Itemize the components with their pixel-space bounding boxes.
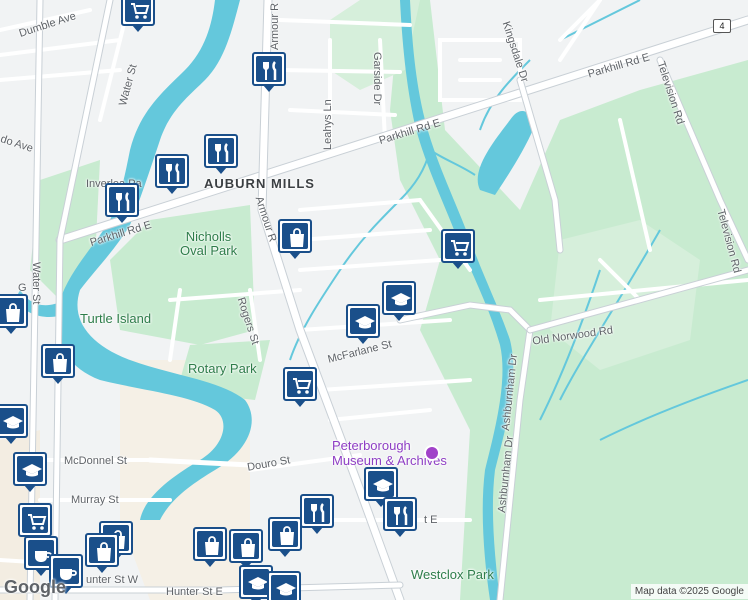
area-label: AUBURN MILLS: [204, 176, 315, 191]
map-pin[interactable]: [121, 0, 155, 32]
pin-body: [256, 56, 282, 82]
shopping-bag-icon: [53, 353, 67, 372]
map-pin[interactable]: [268, 517, 302, 557]
park-label-turtle-island: Turtle Island: [80, 311, 152, 326]
pin-body: [350, 308, 376, 334]
map-view[interactable]: Dumble Ave Water St Armour R Kingsdale D…: [0, 0, 748, 600]
park-label-rotary: Rotary Park: [188, 361, 257, 376]
shopping-bag-icon: [241, 538, 255, 557]
street-label-leahys: Leahys Ln: [322, 99, 334, 150]
pin-body: [368, 471, 394, 497]
pin-body: [159, 158, 185, 184]
pin-body: [272, 521, 298, 547]
shopping-bag-icon: [205, 536, 219, 555]
street-label-water-mid: Water St: [30, 262, 42, 305]
pin-body: [445, 233, 471, 259]
restaurant-icon: [394, 506, 408, 525]
map-pin[interactable]: [283, 367, 317, 407]
map-pin[interactable]: [204, 134, 238, 174]
map-attribution[interactable]: Map data ©2025 Google: [630, 584, 748, 599]
shopping-bag-icon: [97, 542, 111, 561]
map-pin[interactable]: [252, 52, 286, 92]
street-label-murray: Murray St: [71, 494, 119, 506]
map-pin[interactable]: [300, 494, 334, 534]
street-label-hunter-e: Hunter St E: [166, 586, 223, 598]
pin-body: [304, 498, 330, 524]
street-label-garside: Garside Dr: [371, 52, 383, 106]
map-pin[interactable]: [41, 344, 75, 384]
street-label-armour-top: Armour R: [269, 2, 281, 50]
shopping-cart-icon: [28, 514, 47, 530]
street-label-st-e: t E: [424, 514, 438, 526]
map-pin[interactable]: [193, 527, 227, 567]
map-pin[interactable]: [346, 304, 380, 344]
school-icon: [373, 479, 393, 492]
map-pin[interactable]: [382, 281, 416, 321]
school-icon: [276, 583, 296, 596]
map-pin[interactable]: [13, 452, 47, 492]
pin-body: [386, 285, 412, 311]
map-pin[interactable]: [441, 229, 475, 269]
map-pin[interactable]: [0, 294, 28, 334]
street-label-hunter-w: unter St W: [86, 574, 138, 586]
shopping-cart-icon: [293, 378, 312, 394]
school-icon: [391, 293, 411, 306]
google-logo: Google: [4, 577, 66, 597]
map-pin[interactable]: [267, 571, 301, 600]
shopping-cart-icon: [131, 3, 150, 19]
shopping-cart-icon: [451, 240, 470, 256]
map-pin[interactable]: [229, 529, 263, 569]
map-pin[interactable]: [105, 183, 139, 223]
pin-body: [387, 501, 413, 527]
pin-body: [287, 371, 313, 397]
pin-body: [197, 531, 223, 557]
school-icon: [3, 416, 23, 429]
street-label-g: G: [18, 282, 27, 294]
restaurant-icon: [116, 192, 130, 211]
pin-body: [89, 537, 115, 563]
pin-body: [243, 569, 269, 595]
restaurant-icon: [215, 143, 229, 162]
street-label-mcdonnel: McDonnel St: [64, 455, 127, 467]
pin-body: [0, 298, 24, 324]
map-pin[interactable]: [383, 497, 417, 537]
restaurant-icon: [263, 61, 277, 80]
shopping-bag-icon: [6, 303, 20, 322]
pin-body: [45, 348, 71, 374]
park-label-nicholls: Nicholls Oval Park: [180, 229, 238, 258]
map-pin[interactable]: [364, 467, 398, 507]
pin-body: [0, 408, 24, 434]
pin-body: [233, 533, 259, 559]
pin-body: [282, 223, 308, 249]
map-pin[interactable]: [18, 503, 52, 543]
museum-icon[interactable]: [424, 445, 440, 461]
school-icon: [355, 316, 375, 329]
school-icon: [22, 464, 42, 477]
restaurant-icon: [311, 503, 325, 522]
highway-shield: 4: [713, 19, 731, 33]
map-pin[interactable]: [278, 219, 312, 259]
pin-body: [125, 0, 151, 22]
pin-body: [17, 456, 43, 482]
shopping-bag-icon: [290, 228, 304, 247]
pin-body: [22, 507, 48, 533]
pin-body: [109, 187, 135, 213]
map-pin[interactable]: [155, 154, 189, 194]
map-pin[interactable]: [0, 404, 28, 444]
park-label-westclox: Westclox Park: [411, 567, 494, 582]
shopping-bag-icon: [280, 526, 294, 545]
pin-body: [208, 138, 234, 164]
pin-body: [271, 575, 297, 600]
restaurant-icon: [166, 163, 180, 182]
map-pin[interactable]: [85, 533, 119, 573]
